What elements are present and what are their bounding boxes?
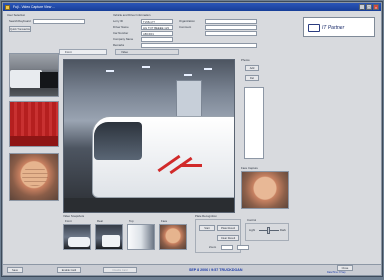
plate-clear-button[interactable]: Clear Result (217, 235, 239, 241)
face-capture-image[interactable] (241, 171, 289, 209)
lookup-label: Search/Keyboard (9, 19, 31, 23)
remarks-label: Remarks (113, 43, 125, 47)
snapshot-top[interactable] (127, 224, 155, 250)
control-label: Control (247, 218, 257, 222)
reg-value: TL58-177 (143, 20, 155, 24)
ceiling-light-4 (204, 68, 212, 70)
face-capture-label: Face Capture (241, 166, 258, 170)
thumb-red-shade (10, 136, 58, 146)
vehicle-group-label: Vehicle and Driver Information (113, 13, 151, 17)
title-bar: Fuji - Video Capture View ... (3, 3, 381, 11)
save-button[interactable]: Save (7, 267, 23, 273)
photo-add-button[interactable]: Add (245, 65, 259, 71)
firm-field[interactable] (141, 37, 173, 42)
status-datetime-small: Date/Time: 8 Sep (327, 271, 346, 274)
name-field[interactable]: HG TOT BEEEE 123 (141, 25, 173, 30)
snapshot-front[interactable] (63, 224, 91, 250)
tab-video-label: Video (121, 50, 129, 54)
photos-label: Photos (241, 58, 250, 62)
plate-result-button[interactable]: Plate Result (217, 225, 239, 231)
camera-thumb-middle[interactable] (9, 101, 59, 147)
ceiling-light-3 (184, 74, 192, 76)
logo-mark-icon (308, 24, 320, 32)
zoom-field-1[interactable] (221, 245, 233, 250)
lookup-field[interactable] (33, 19, 85, 24)
camera-thumb-top[interactable] (9, 53, 59, 97)
reg-field[interactable]: TL58-177 (141, 19, 173, 24)
logo-text: IT Partner (322, 25, 345, 31)
snapshots-label: Video Snapshots (63, 214, 85, 218)
snap-label-rear: Rear (97, 219, 104, 223)
floor-shadow (64, 198, 234, 212)
snap-front-van (68, 237, 90, 247)
thumb-face-lines (22, 166, 48, 186)
tab-front[interactable]: Front (59, 49, 107, 55)
zoom-label: Zoom (209, 245, 217, 249)
id-label: Car Number (113, 31, 129, 35)
photo-delete-button[interactable]: Del (245, 75, 259, 81)
org-field[interactable] (205, 19, 257, 24)
snap-label-face: Face (161, 219, 168, 223)
reg-label: Lorry ID (113, 19, 123, 23)
name-label: Driver Name (113, 25, 129, 29)
control-left-label: Light (249, 228, 256, 232)
quick-transaction-button[interactable]: Quick Transaction (9, 26, 31, 32)
minimize-button[interactable]: _ (359, 4, 365, 10)
depot-door (176, 80, 202, 120)
close-button[interactable]: × (373, 4, 379, 10)
tab-video[interactable]: Video (115, 49, 179, 55)
comment-field[interactable] (205, 25, 257, 30)
org-label: Organization (179, 19, 195, 23)
comment-field-2[interactable] (205, 31, 257, 36)
plate-recognition-label: Plate Recognition (195, 214, 217, 218)
snapshot-rear[interactable] (95, 224, 123, 250)
ceiling-light-1 (106, 70, 114, 72)
enable-card-button[interactable]: Enable Card (57, 267, 81, 273)
status-bar: Save Enable Card Disable Card SEP 8 2006… (3, 264, 381, 275)
ceiling-light-2 (142, 66, 150, 68)
tab-front-label: Front (65, 50, 72, 54)
snap-label-front: Front (65, 219, 72, 223)
thumb-vehicle-dark (40, 72, 58, 88)
app-icon (5, 4, 10, 10)
control-slider-thumb[interactable] (267, 227, 270, 234)
disable-card-button[interactable]: Disable Card (103, 267, 137, 273)
user-selection-label: User Selection (7, 13, 26, 17)
id-field[interactable]: ABCD01 (141, 31, 173, 36)
snapshot-face[interactable] (159, 224, 187, 250)
photo-list[interactable] (244, 87, 264, 159)
camera-thumb-face[interactable] (9, 153, 59, 201)
thumb-vehicle (10, 70, 42, 88)
maximize-button[interactable]: □ (366, 4, 372, 10)
firm-label: Company Name (113, 37, 134, 41)
window-title: Fuji - Video Capture View ... (13, 5, 56, 9)
zoom-field-2[interactable] (237, 245, 249, 250)
main-video-view[interactable] (63, 59, 235, 213)
main-window: Fuji - Video Capture View ... _ □ × User… (2, 2, 382, 276)
company-logo: IT Partner (303, 17, 375, 37)
snap-label-top: Top (129, 219, 134, 223)
status-date-text: SEP 8 2006 / 9:57 TRUCKDOAN (189, 268, 243, 272)
snap-rear-van (102, 235, 120, 247)
control-right-label: Dark (280, 228, 286, 232)
comment-label: Comment (179, 25, 192, 29)
name-value: HG TOT BEEEE 123 (143, 26, 169, 30)
van-window (94, 122, 142, 160)
van-red-stripe-3 (180, 164, 202, 167)
plate-start-button[interactable]: Start (199, 225, 215, 231)
remarks-field[interactable] (141, 43, 257, 48)
id-value: ABCD01 (143, 32, 154, 36)
